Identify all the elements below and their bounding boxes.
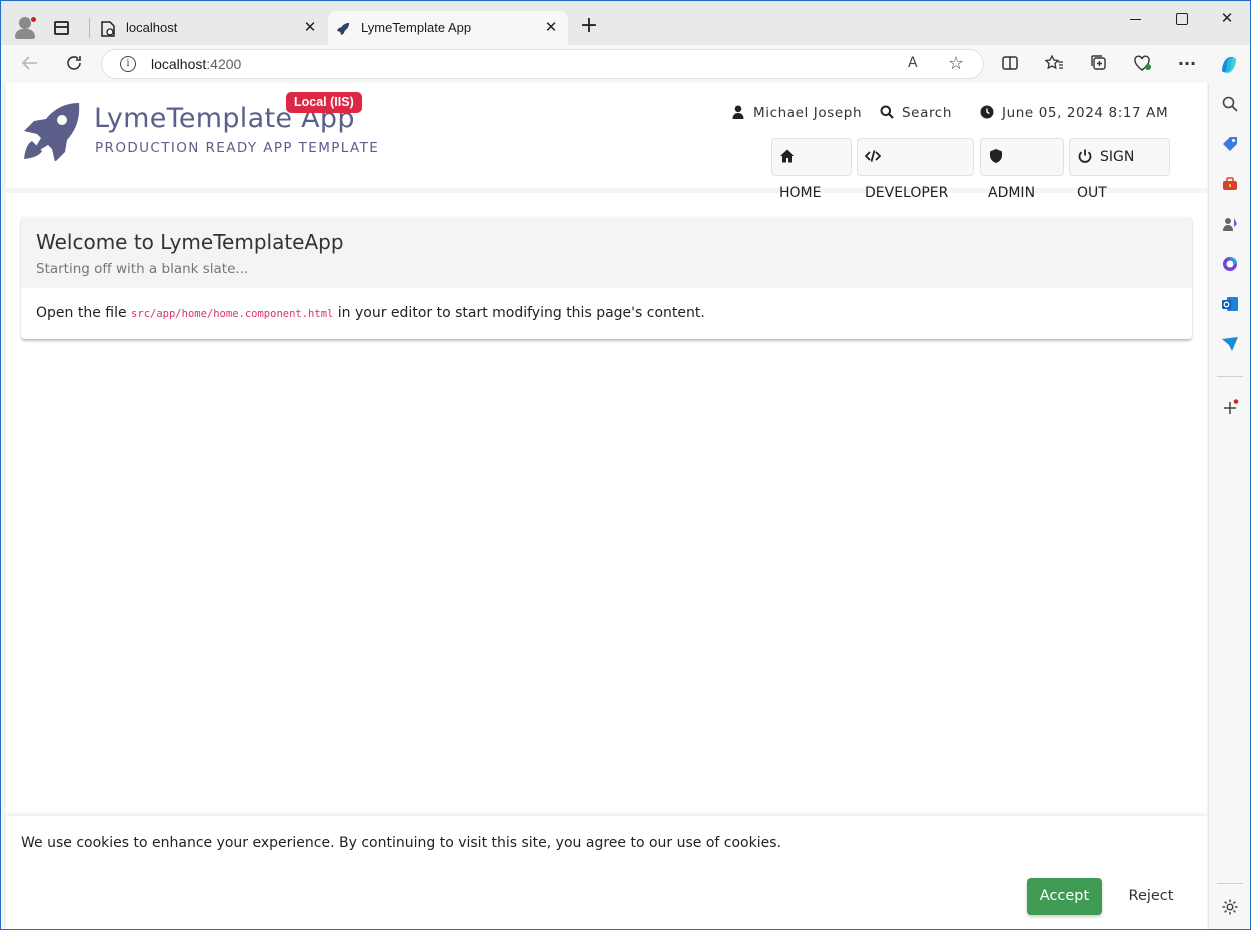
- favorites-icon[interactable]: [1044, 54, 1064, 74]
- url-text: localhost:4200: [151, 56, 242, 72]
- rocket-logo-icon[interactable]: [20, 101, 82, 161]
- split-screen-icon[interactable]: [1000, 54, 1020, 74]
- tab-actions-icon[interactable]: [54, 21, 69, 35]
- tab-title: localhost: [126, 20, 178, 35]
- page-viewport: LymeTemplate App PRODUCTION READY APP TE…: [6, 83, 1207, 929]
- settings-gear-icon[interactable]: [1221, 898, 1239, 916]
- card-header: Welcome to LymeTemplateApp Starting off …: [21, 217, 1192, 288]
- copilot-icon[interactable]: [1218, 54, 1238, 74]
- file-path-code: src/app/home/home.component.html: [131, 308, 334, 320]
- code-icon: [865, 150, 881, 162]
- search-link[interactable]: Search: [880, 105, 952, 123]
- nav-admin-button[interactable]: ADMIN: [980, 138, 1064, 201]
- browser-window: localhost ✕ LymeTemplate App ✕ + ✕ i loc…: [0, 0, 1251, 930]
- accept-cookies-button[interactable]: Accept: [1027, 878, 1102, 915]
- edge-sidebar: [1208, 83, 1250, 929]
- environment-badge: Local (IIS): [286, 92, 362, 113]
- user-menu[interactable]: Michael Joseph: [731, 105, 862, 123]
- shopping-tag-icon[interactable]: [1221, 135, 1239, 153]
- divider: [89, 18, 90, 38]
- minimize-button[interactable]: [1124, 9, 1148, 29]
- games-icon[interactable]: [1221, 215, 1239, 233]
- profile-icon[interactable]: [13, 16, 37, 40]
- tools-icon[interactable]: [1221, 175, 1239, 193]
- shield-icon: [990, 149, 1002, 163]
- read-aloud-icon[interactable]: A: [908, 55, 918, 71]
- date-time: June 05, 2024 8:17 AM: [980, 105, 1168, 123]
- back-icon[interactable]: [20, 54, 40, 74]
- search-icon: [880, 105, 894, 119]
- divider: [1217, 883, 1243, 884]
- app-subtitle: PRODUCTION READY APP TEMPLATE: [95, 140, 380, 156]
- power-icon: [1078, 149, 1092, 163]
- send-icon[interactable]: [1221, 335, 1239, 353]
- sidebar-search-icon[interactable]: [1221, 95, 1239, 113]
- tab-lymetemplate[interactable]: LymeTemplate App ✕: [328, 11, 568, 45]
- date-time-text: June 05, 2024 8:17 AM: [1002, 105, 1169, 121]
- nav-home-button[interactable]: HOME: [771, 138, 852, 201]
- nav-signout-button[interactable]: SIGN OUT: [1069, 138, 1170, 201]
- welcome-card: Welcome to LymeTemplateApp Starting off …: [21, 217, 1192, 340]
- address-bar[interactable]: i localhost:4200 A ☆: [101, 49, 984, 79]
- card-subtitle: Starting off with a blank slate...: [36, 261, 249, 277]
- close-tab-icon[interactable]: ✕: [542, 18, 560, 36]
- add-icon[interactable]: [1221, 399, 1239, 417]
- outlook-icon[interactable]: [1221, 295, 1239, 313]
- card-title: Welcome to LymeTemplateApp: [36, 230, 344, 254]
- home-icon: [780, 149, 794, 163]
- cookie-banner: We use cookies to enhance your experienc…: [6, 816, 1207, 929]
- more-menu-icon[interactable]: ···: [1177, 54, 1197, 74]
- site-info-icon[interactable]: i: [120, 56, 136, 72]
- microsoft365-icon[interactable]: [1221, 255, 1239, 273]
- favorite-star-icon[interactable]: ☆: [948, 53, 964, 74]
- tab-title: LymeTemplate App: [361, 20, 472, 35]
- maximize-button[interactable]: [1169, 9, 1193, 29]
- browser-toolbar: i localhost:4200 A ☆ ···: [1, 45, 1250, 83]
- user-name: Michael Joseph: [753, 105, 863, 121]
- close-tab-icon[interactable]: ✕: [301, 18, 319, 36]
- clock-icon: [980, 105, 994, 119]
- rocket-icon: [336, 22, 350, 36]
- app-header: LymeTemplate App PRODUCTION READY APP TE…: [6, 83, 1207, 201]
- divider: [1217, 376, 1243, 377]
- collections-icon[interactable]: [1089, 54, 1109, 74]
- nav-developer-button[interactable]: DEVELOPER: [857, 138, 974, 201]
- cookie-message: We use cookies to enhance your experienc…: [21, 835, 781, 851]
- card-body: Open the file src/app/home/home.componen…: [36, 305, 705, 321]
- refresh-icon[interactable]: [64, 54, 84, 74]
- page-icon: [101, 21, 115, 37]
- tab-localhost[interactable]: localhost ✕: [93, 11, 327, 45]
- browser-essentials-icon[interactable]: [1133, 54, 1153, 74]
- close-window-button[interactable]: ✕: [1215, 9, 1239, 29]
- reject-cookies-button[interactable]: Reject: [1121, 878, 1181, 915]
- tab-strip: localhost ✕ LymeTemplate App ✕ + ✕: [1, 1, 1250, 45]
- search-label: Search: [902, 105, 952, 121]
- user-icon: [732, 105, 744, 119]
- new-tab-button[interactable]: +: [579, 15, 599, 37]
